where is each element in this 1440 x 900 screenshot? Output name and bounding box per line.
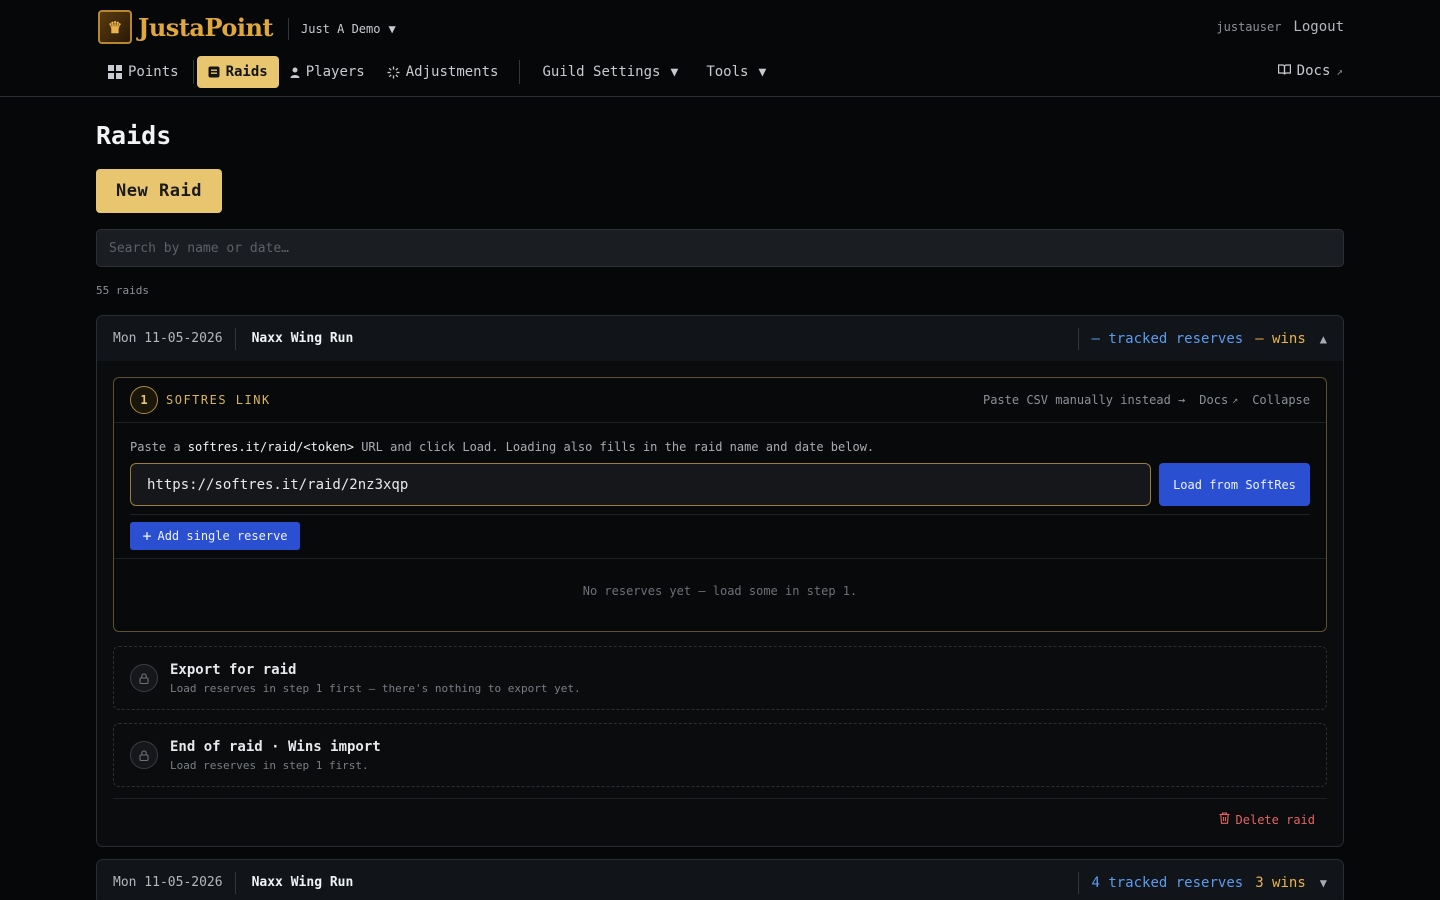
new-raid-button[interactable]: New Raid <box>96 169 222 213</box>
nav-points-label: Points <box>128 64 179 80</box>
step-docs-link[interactable]: Docs ↗ <box>1199 393 1238 407</box>
step-links: Paste CSV manually instead → Docs ↗ Coll… <box>983 393 1310 407</box>
raid-count: 55 raids <box>96 284 149 297</box>
end-of-raid-subtitle: Load reserves in step 1 first. <box>170 758 369 772</box>
book-icon <box>1277 63 1291 79</box>
lock-icon <box>130 741 158 769</box>
wins-count: — wins <box>1255 330 1306 347</box>
app-logo[interactable]: ♛ JustaPoint <box>98 10 274 44</box>
softres-url-input[interactable] <box>130 463 1151 506</box>
trash-icon <box>1219 812 1230 827</box>
raid-date: Mon 11-05-2026 <box>113 871 236 894</box>
export-step: Export for raid Load reserves in step 1 … <box>113 646 1327 710</box>
delete-raid-label: Delete raid <box>1235 812 1315 827</box>
raid-name: Naxx Wing Run <box>251 331 354 346</box>
main-nav: Points Raids Players Adjustments Guild S… <box>97 56 777 88</box>
load-softres-button[interactable]: Load from SoftRes <box>1159 463 1310 506</box>
raid-name: Naxx Wing Run <box>251 875 354 890</box>
wins-count: 3 wins <box>1255 874 1306 891</box>
tracked-reserves: — tracked reserves <box>1091 330 1244 347</box>
caret-down-icon: ▼ <box>758 64 767 80</box>
lock-icon <box>130 664 158 692</box>
caret-down-icon: ▼ <box>670 64 679 80</box>
plus-icon: + <box>142 526 152 545</box>
app-name: JustaPoint <box>138 12 274 42</box>
nav-adjustments-label: Adjustments <box>405 64 499 80</box>
tracked-reserves: 4 tracked reserves <box>1091 874 1244 891</box>
grid-icon <box>108 65 122 79</box>
raid-header[interactable]: Mon 11-05-2026 Naxx Wing Run — tracked r… <box>97 316 1343 361</box>
nav-divider <box>519 60 521 84</box>
username: justauser <box>1216 20 1282 34</box>
caret-down-icon: ▼ <box>388 22 396 36</box>
nav-raids[interactable]: Raids <box>196 56 279 88</box>
nav-divider <box>192 60 194 84</box>
end-of-raid-step: End of raid · Wins import Load reserves … <box>113 723 1327 787</box>
step-title: SOFTRES LINK <box>166 393 271 407</box>
user-area: justauser Logout <box>1216 19 1344 35</box>
desc-url-format: softres.it/raid/<token> <box>187 440 354 454</box>
guild-name: Just A Demo <box>301 22 381 36</box>
list-icon <box>208 66 220 78</box>
nav-points[interactable]: Points <box>97 56 190 88</box>
top-bar: ♛ JustaPoint Just A Demo ▼ justauser Log… <box>0 0 1440 97</box>
nav-guild-settings-label: Guild Settings <box>542 64 661 80</box>
paste-csv-link[interactable]: Paste CSV manually instead → <box>983 393 1185 407</box>
search-input[interactable] <box>96 229 1344 267</box>
nav-players[interactable]: Players <box>279 56 376 88</box>
step-header: 1 SOFTRES LINK Paste CSV manually instea… <box>114 378 1326 423</box>
step-docs-label: Docs <box>1199 393 1229 407</box>
end-of-raid-title: End of raid · Wins import <box>170 738 381 755</box>
person-icon <box>290 67 300 78</box>
docs-link[interactable]: Docs ↗ <box>1277 63 1343 79</box>
export-subtitle: Load reserves in step 1 first — there's … <box>170 681 581 695</box>
raid-summary: 4 tracked reserves 3 wins ▼ <box>1078 871 1327 894</box>
desc-text: URL and click Load. Loading also fills i… <box>353 440 875 454</box>
nav-players-label: Players <box>305 64 365 80</box>
softres-step: 1 SOFTRES LINK Paste CSV manually instea… <box>113 377 1327 632</box>
divider <box>113 798 1327 799</box>
raid-card: Mon 11-05-2026 Naxx Wing Run 4 tracked r… <box>96 859 1344 900</box>
step-description: Paste a softres.it/raid/<token> URL and … <box>130 440 874 454</box>
nav-tools-label: Tools <box>706 64 749 80</box>
collapse-link[interactable]: Collapse <box>1252 393 1310 407</box>
raid-header[interactable]: Mon 11-05-2026 Naxx Wing Run 4 tracked r… <box>97 860 1343 900</box>
logout-link[interactable]: Logout <box>1293 19 1344 35</box>
docs-label: Docs <box>1296 63 1331 79</box>
page-title: Raids <box>96 121 172 150</box>
chevron-down-icon[interactable]: ▼ <box>1320 876 1327 890</box>
raid-card: Mon 11-05-2026 Naxx Wing Run — tracked r… <box>96 315 1344 847</box>
nav-adjustments[interactable]: Adjustments <box>376 56 510 88</box>
logo-icon: ♛ <box>98 10 132 44</box>
nav-raids-label: Raids <box>225 64 268 80</box>
raid-date: Mon 11-05-2026 <box>113 327 236 350</box>
desc-text: Paste a <box>130 440 188 454</box>
raid-summary: — tracked reserves — wins ▲ <box>1078 327 1327 350</box>
export-title: Export for raid <box>170 661 297 678</box>
step-number: 1 <box>130 386 158 414</box>
delete-raid-button[interactable]: Delete raid <box>1219 812 1315 827</box>
guild-selector[interactable]: Just A Demo ▼ <box>288 18 396 40</box>
empty-reserves-message: No reserves yet — load some in step 1. <box>582 584 858 598</box>
nav-tools[interactable]: Tools ▼ <box>695 56 777 88</box>
nav-guild-settings[interactable]: Guild Settings ▼ <box>531 56 689 88</box>
divider <box>130 514 1310 515</box>
add-reserve-button[interactable]: + Add single reserve <box>130 522 300 550</box>
divider <box>114 558 1326 559</box>
external-link-icon: ↗ <box>1232 394 1239 406</box>
add-reserve-label: Add single reserve <box>157 529 288 543</box>
chevron-up-icon[interactable]: ▲ <box>1320 332 1327 346</box>
sparkle-icon <box>387 66 400 79</box>
external-link-icon: ↗ <box>1336 64 1343 78</box>
